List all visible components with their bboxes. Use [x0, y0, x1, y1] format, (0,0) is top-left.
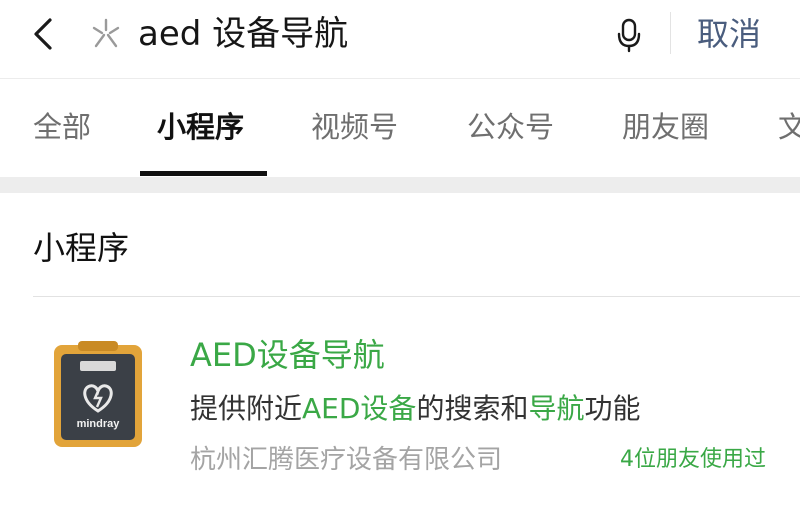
description-highlight: AED设备 [302, 392, 417, 425]
tab-mini-program[interactable]: 小程序 [157, 109, 244, 145]
description-text: 功能 [584, 392, 641, 425]
wechat-search-icon [92, 18, 120, 48]
tab-channels[interactable]: 视频号 [311, 109, 398, 145]
friends-used-badge: 4位朋友使用过 [620, 447, 766, 472]
description-highlight: 导航 [528, 392, 585, 425]
tab-all[interactable]: 全部 [33, 109, 91, 145]
active-tab-indicator [140, 171, 267, 176]
result-title[interactable]: AED设备导航 [190, 335, 385, 375]
result-description: 提供附近AED设备的搜索和导航功能 [190, 391, 640, 427]
microphone-icon[interactable] [612, 14, 646, 54]
search-input[interactable]: aed 设备导航 [138, 14, 348, 54]
aed-device-icon: mindray [54, 341, 142, 447]
tab-official-accounts[interactable]: 公众号 [467, 109, 554, 145]
divider [670, 12, 671, 54]
description-text: 提供附近 [190, 392, 303, 425]
section-title: 小程序 [33, 229, 130, 267]
tab-moments[interactable]: 朋友圈 [622, 109, 709, 145]
search-tabs: 全部 小程序 视频号 公众号 朋友圈 文 [0, 79, 800, 177]
section-separator [0, 177, 800, 193]
chevron-left-icon[interactable] [28, 14, 62, 54]
description-text: 的搜索和 [416, 392, 529, 425]
mini-program-result[interactable]: mindray AED设备导航 提供附近AED设备的搜索和导航功能 杭州汇腾医疗… [0, 297, 800, 505]
device-brand-label: mindray [77, 418, 121, 430]
search-bar: aed 设备导航 取消 [0, 0, 800, 79]
cancel-button[interactable]: 取消 [697, 14, 761, 54]
tab-articles[interactable]: 文 [778, 109, 800, 145]
result-company: 杭州汇腾医疗设备有限公司 [190, 445, 503, 475]
